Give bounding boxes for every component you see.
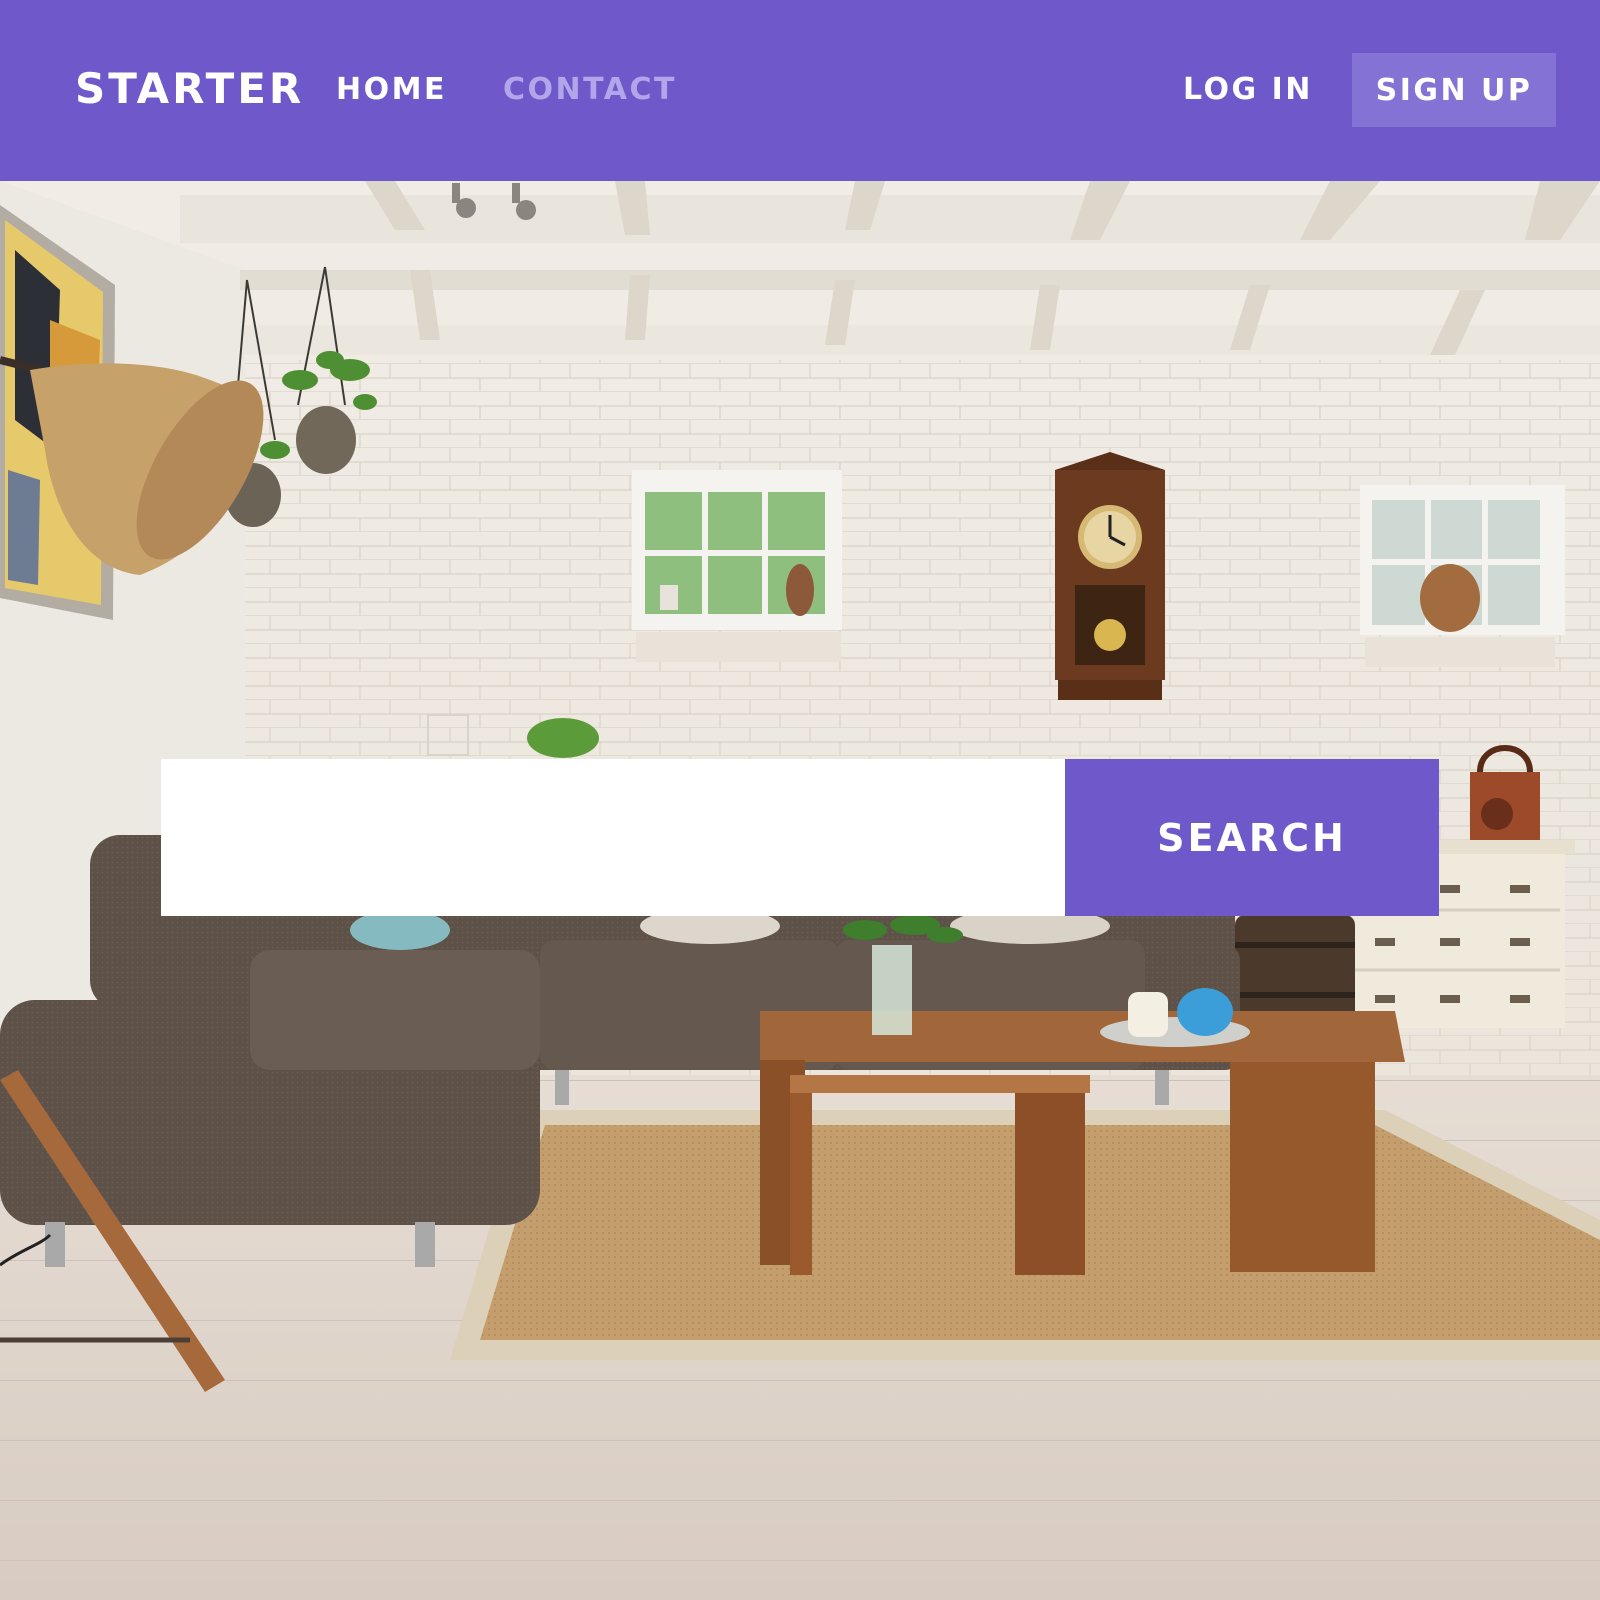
nav-link-home[interactable]: HOME [336,70,447,110]
search-bar: SEARCH [161,759,1439,916]
navbar: STARTER HOME CONTACT LOG IN SIGN UP [0,0,1600,181]
brand-logo[interactable]: STARTER [75,62,304,116]
login-link[interactable]: LOG IN [1183,70,1313,110]
search-input[interactable] [161,759,1065,916]
signup-button[interactable]: SIGN UP [1352,53,1556,127]
nav-link-contact[interactable]: CONTACT [503,70,677,110]
search-button[interactable]: SEARCH [1065,759,1439,916]
